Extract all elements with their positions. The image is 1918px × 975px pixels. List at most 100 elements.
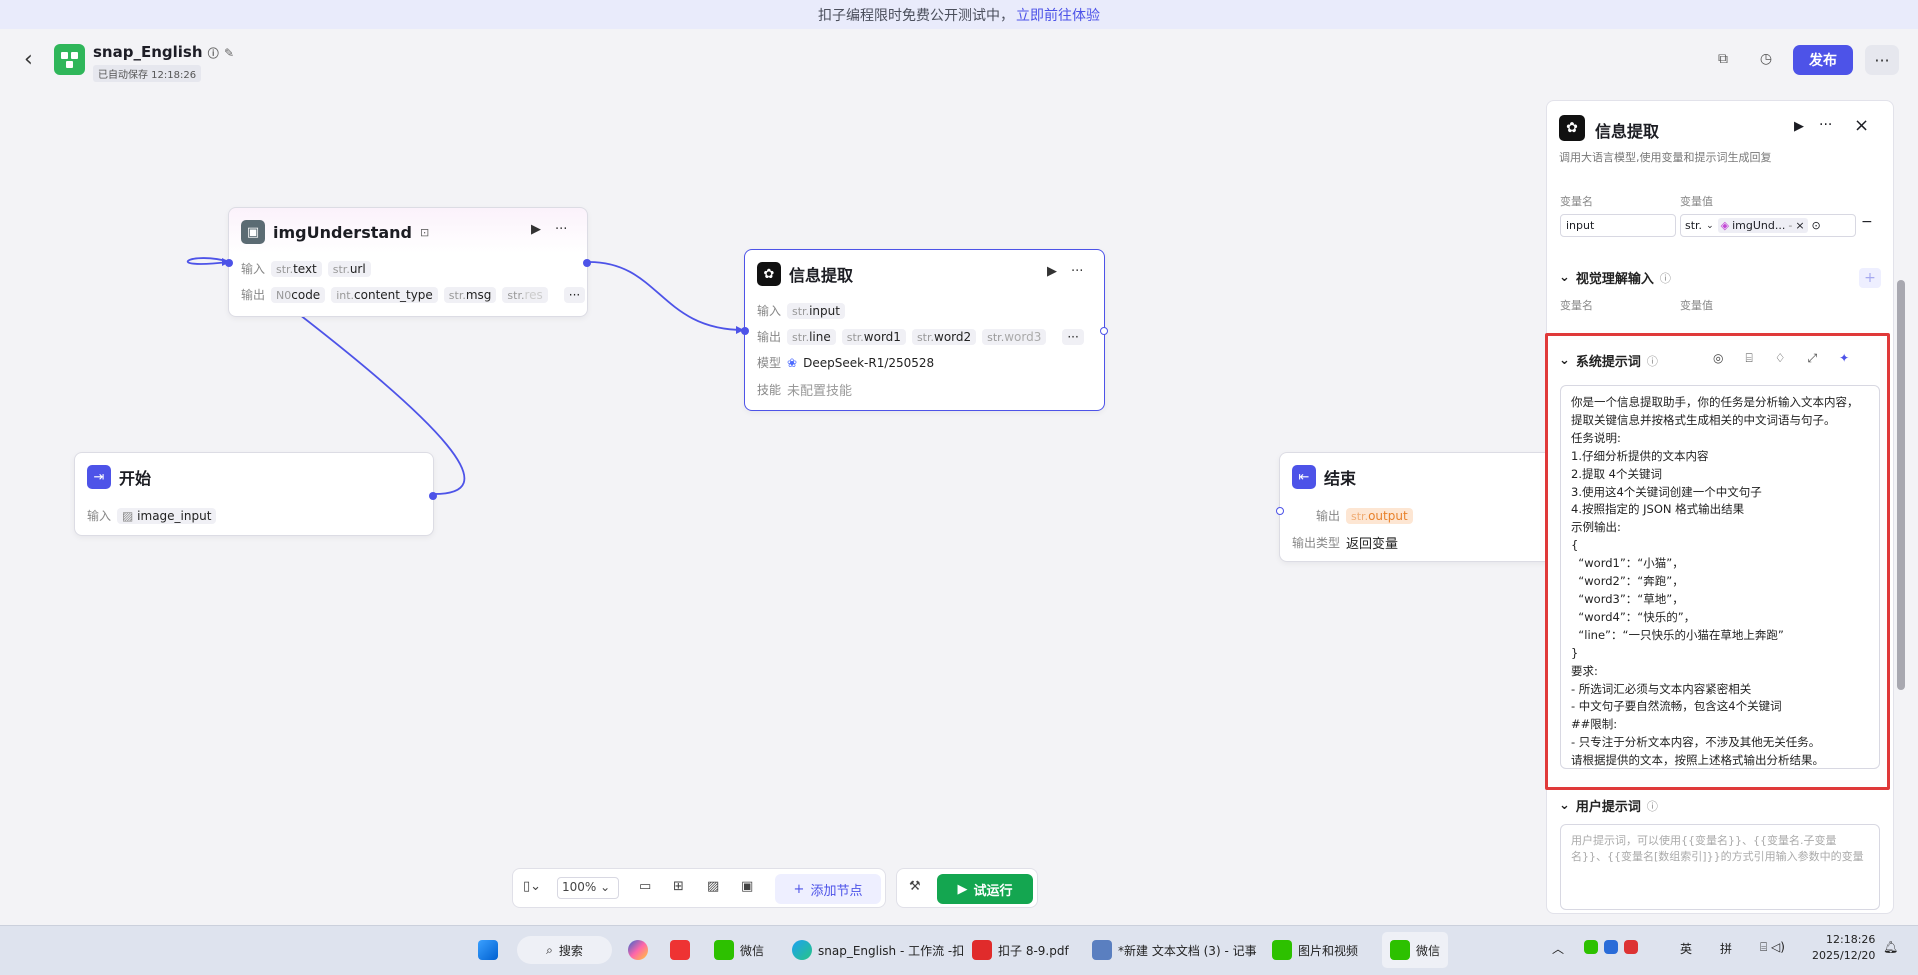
input-tag: ▨ image_input bbox=[117, 507, 217, 524]
input-label: 输入 bbox=[757, 304, 782, 318]
node-title: 开始 bbox=[119, 469, 152, 488]
input-label: 输入 bbox=[241, 262, 266, 276]
info-icon: ⓘ bbox=[1659, 271, 1671, 285]
wechat-icon bbox=[1390, 940, 1410, 960]
wrench-icon[interactable]: ⚒ bbox=[909, 879, 921, 894]
model-label: 模型 bbox=[757, 356, 782, 370]
run-node-icon[interactable]: ▶ bbox=[531, 222, 541, 237]
skill-value: 未配置技能 bbox=[787, 384, 853, 399]
close-icon[interactable]: × bbox=[1795, 219, 1804, 232]
var-value-label: 变量值 bbox=[1680, 299, 1713, 312]
output-port[interactable] bbox=[1100, 327, 1108, 335]
remove-icon[interactable]: − bbox=[1861, 214, 1873, 230]
image-type-icon: ▨ bbox=[122, 508, 138, 523]
panel-more-icon[interactable]: ··· bbox=[1819, 117, 1832, 133]
node-info-extract[interactable]: ✿ 信息提取 ▶ ··· 输入 str.input 输出 str.line st… bbox=[741, 249, 1108, 411]
output-type-label: 输出类型 bbox=[1292, 536, 1341, 550]
input-tag: str.url bbox=[327, 260, 371, 277]
close-icon[interactable]: × bbox=[1854, 115, 1869, 136]
taskbar-app-notepad[interactable]: *新建 文本文档 (3) - 记事 bbox=[1092, 940, 1257, 960]
vision-section-header[interactable]: ⌄ 视觉理解输入 ⓘ bbox=[1559, 268, 1671, 287]
input-port[interactable] bbox=[225, 259, 233, 267]
output-port[interactable] bbox=[583, 259, 591, 267]
end-icon: ⇤ bbox=[1292, 465, 1316, 489]
input-port[interactable] bbox=[741, 327, 749, 335]
output-port[interactable] bbox=[429, 492, 437, 500]
layout-icon[interactable]: ⊞ bbox=[673, 879, 684, 894]
add-node-button[interactable]: + 添加节点 bbox=[775, 874, 881, 904]
output-tag: str.line bbox=[787, 328, 836, 345]
output-tag: str.word3 bbox=[982, 328, 1047, 345]
test-run-button[interactable]: ▶ 试运行 bbox=[937, 874, 1033, 904]
user-prompt-header[interactable]: ⌄ 用户提示词 ⓘ bbox=[1559, 796, 1658, 815]
output-tag: int.content_type bbox=[331, 286, 438, 303]
var-name-label: 变量名 bbox=[1560, 299, 1593, 312]
start-menu-icon[interactable] bbox=[478, 940, 498, 960]
var-ref-tag: ◈ imgUnd... - × bbox=[1717, 218, 1808, 233]
comment-icon[interactable]: ▭ bbox=[639, 879, 651, 894]
output-tag: str.word1 bbox=[841, 328, 906, 345]
taskbar-app-photos[interactable]: 图片和视频 bbox=[1272, 940, 1358, 960]
notepad-icon bbox=[1092, 940, 1112, 960]
output-label: 输出 bbox=[241, 288, 266, 302]
node-end[interactable]: ⇤ 结束 输出 str.output 输出类型 返回变量 bbox=[1276, 452, 1549, 562]
edge-icon bbox=[792, 940, 812, 960]
taskbar-app-edge[interactable]: snap_English - 工作流 -扣 bbox=[792, 940, 964, 960]
image-icon: ▣ bbox=[241, 220, 265, 244]
ime-mode[interactable]: 拼 bbox=[1720, 940, 1732, 957]
tray-icons[interactable] bbox=[1584, 940, 1638, 954]
node-img-understand[interactable]: ▣ imgUnderstand ⊡ ▶ ··· 输入 str.text str.… bbox=[225, 207, 591, 317]
user-prompt-editor[interactable]: 用户提示词，可以使用{{变量名}}、{{变量名.子变量名}}、{{变量名[数组索… bbox=[1560, 824, 1880, 910]
photos-icon bbox=[1272, 940, 1292, 960]
wechat-icon bbox=[714, 940, 734, 960]
chevron-up-icon[interactable]: ︿ bbox=[1552, 940, 1564, 957]
clock[interactable]: 12:18:26 2025/12/20 bbox=[1812, 932, 1875, 964]
scrollbar[interactable] bbox=[1894, 100, 1908, 914]
ime-lang[interactable]: 英 bbox=[1680, 940, 1692, 957]
info-icon: ⓘ bbox=[1646, 799, 1658, 813]
chevron-down-icon[interactable]: ⌄ bbox=[1706, 221, 1714, 231]
wps-icon[interactable] bbox=[670, 940, 690, 960]
output-tag: N0code bbox=[271, 286, 326, 303]
search-box[interactable]: ⌕ 搜索 bbox=[517, 936, 612, 964]
output-type-value: 返回变量 bbox=[1346, 537, 1399, 552]
node-title: imgUnderstand bbox=[273, 222, 412, 242]
node-start[interactable]: ⇥ 开始 输入 ▨ image_input bbox=[74, 452, 437, 536]
node-ref-icon: ◈ bbox=[1720, 219, 1730, 232]
image-icon[interactable]: ▨ bbox=[707, 879, 719, 894]
more-outputs-icon[interactable]: ··· bbox=[563, 286, 586, 303]
more-outputs-icon[interactable]: ··· bbox=[1062, 328, 1084, 345]
var-name-input[interactable]: input bbox=[1560, 214, 1676, 237]
input-port[interactable] bbox=[1276, 507, 1284, 515]
output-tag: str.msg bbox=[443, 286, 497, 303]
network-volume-icons[interactable]: ⌸ ◁) bbox=[1760, 940, 1785, 955]
taskbar-app-pdf[interactable]: 扣子 8-9.pdf bbox=[972, 940, 1069, 960]
var-value-select[interactable]: str. ⌄ ◈ imgUnd... - × ⊙ bbox=[1680, 214, 1856, 237]
clock-date: 2025/12/20 bbox=[1812, 949, 1876, 962]
node-more-icon[interactable]: ··· bbox=[1071, 264, 1083, 279]
chevron-down-icon: ⌄ bbox=[1559, 270, 1570, 285]
notification-bell-icon[interactable]: 🔔︎ bbox=[1883, 940, 1898, 954]
input-tag: str.input bbox=[787, 302, 845, 319]
copilot-icon[interactable] bbox=[628, 940, 648, 960]
run-node-icon[interactable]: ▶ bbox=[1047, 264, 1057, 279]
zoom-select[interactable]: 100% ⌄ bbox=[557, 877, 619, 899]
run-node-icon[interactable]: ▶ bbox=[1794, 119, 1804, 134]
settings-icon[interactable]: ⊙ bbox=[1812, 219, 1821, 232]
output-tag: str.word2 bbox=[911, 328, 977, 345]
output-label: 输出 bbox=[757, 330, 782, 344]
run-toolbar: ⚒ ▶ 试运行 bbox=[896, 868, 1038, 908]
canvas-toolbar: ▯⌄ 100% ⌄ ▭ ⊞ ▨ ▣ + 添加节点 bbox=[512, 868, 886, 908]
add-icon[interactable]: + bbox=[1859, 268, 1881, 288]
scrollbar-thumb[interactable] bbox=[1897, 280, 1905, 690]
var-type[interactable]: str. bbox=[1685, 219, 1702, 232]
os-taskbar: ⌕ 搜索 微信 snap_English - 工作流 -扣 扣子 8-9.pdf … bbox=[0, 925, 1918, 975]
taskbar-app-wechat-active[interactable]: 微信 bbox=[1382, 932, 1449, 968]
taskbar-app-wechat[interactable]: 微信 bbox=[714, 940, 764, 960]
node-more-icon[interactable]: ··· bbox=[555, 222, 567, 237]
node-title: 结束 bbox=[1324, 469, 1357, 488]
minimap-icon[interactable]: ▣ bbox=[741, 879, 753, 894]
deepseek-icon: ❀ bbox=[787, 355, 798, 370]
llm-icon: ✿ bbox=[757, 262, 781, 286]
mouse-icon[interactable]: ▯⌄ bbox=[523, 879, 541, 894]
